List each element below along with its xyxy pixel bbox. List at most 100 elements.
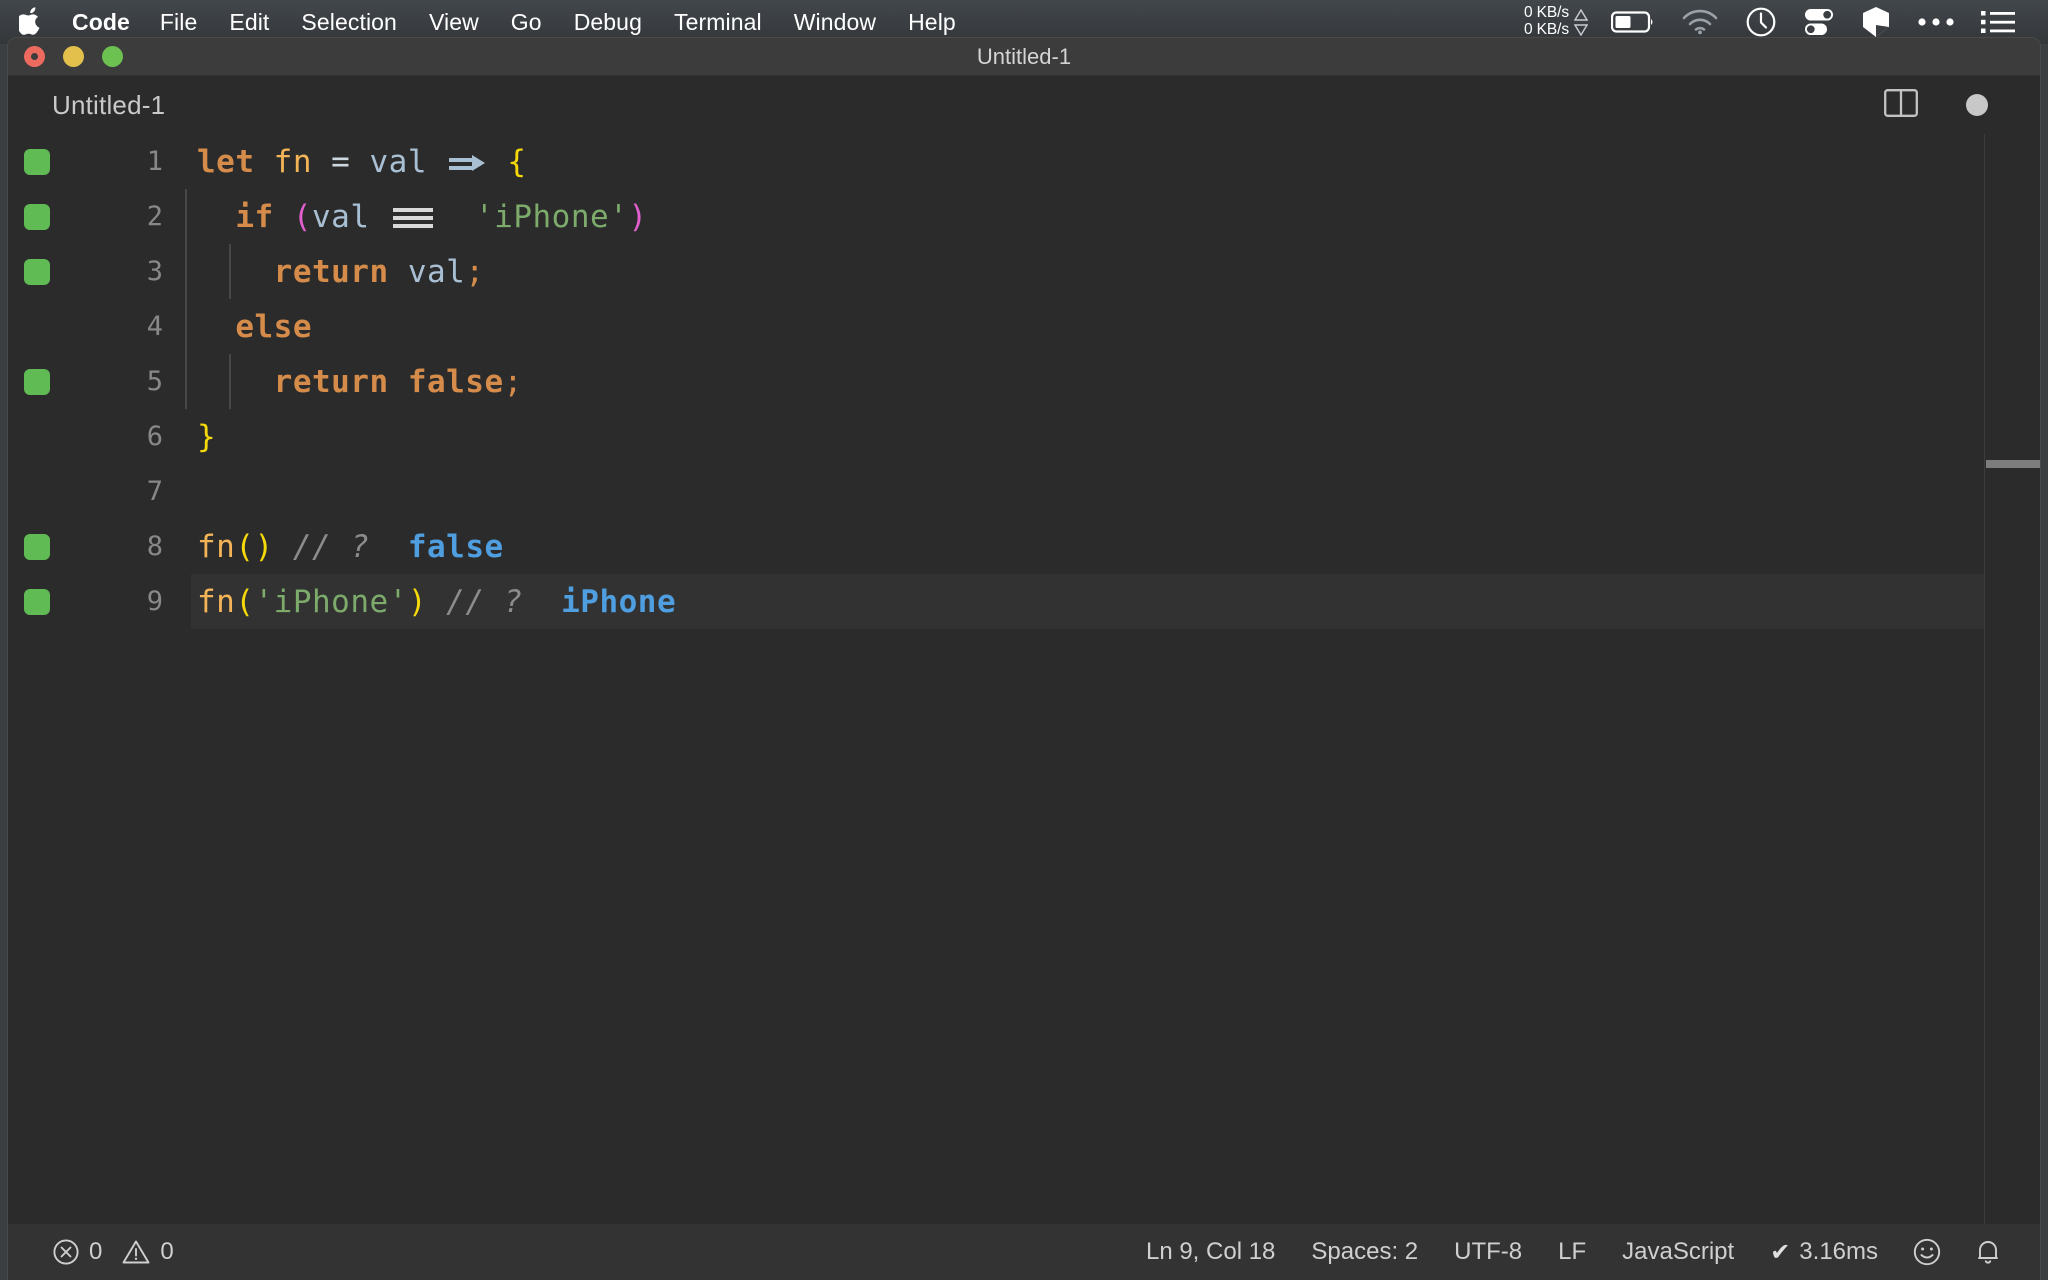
line-number: 3 [146, 256, 163, 287]
token-operator-assign: = [331, 143, 351, 180]
code-text: } [197, 419, 216, 455]
line-content[interactable]: if (val 'iPhone') [191, 189, 2040, 244]
line-number: 4 [146, 311, 163, 342]
inline-result-value: false [407, 528, 504, 565]
token-param-val: val [312, 198, 370, 235]
problems-indicator[interactable]: 0 0 [34, 1238, 192, 1266]
arrow-ligature-icon [449, 148, 486, 178]
gutter-marker-1[interactable] [8, 148, 66, 175]
strict-equals-ligature-icon [392, 205, 433, 231]
token-keyword-let: let [197, 143, 255, 180]
editor-line[interactable]: 2 if (val 'iPhone') [8, 189, 2040, 244]
line-content[interactable]: } [191, 409, 2040, 464]
gutter-marker-8[interactable] [8, 533, 66, 560]
code-editor-surface[interactable]: 1 let fn = val { 2 if (val 'iPhone') 3 r… [8, 134, 2040, 1224]
line-content[interactable]: return val; [191, 244, 2040, 299]
token-semicolon: ; [503, 363, 523, 400]
code-text: fn() // ? false [197, 529, 504, 565]
window-title: Untitled-1 [976, 43, 1072, 69]
indentation-setting[interactable]: Spaces: 2 [1293, 1238, 1436, 1266]
network-download-speed: 0 KB/s [1523, 21, 1569, 38]
warning-count: 0 [160, 1238, 174, 1265]
token-keyword-else: else [235, 308, 312, 345]
unsaved-changes-dot[interactable] [1966, 94, 1988, 116]
line-content[interactable]: fn('iPhone') // ? iPhone [191, 574, 2040, 629]
token-param-val: val [407, 253, 466, 290]
line-number: 1 [146, 146, 163, 177]
gutter-marker-9[interactable] [8, 588, 66, 615]
warning-triangle-icon [122, 1240, 150, 1264]
download-triangle-icon [1574, 23, 1588, 36]
overview-ruler-marker[interactable] [1986, 460, 2040, 468]
editor-line-active[interactable]: 9 fn('iPhone') // ? iPhone [8, 574, 2040, 629]
code-editor-window: Untitled-1 Untitled-1 1 let fn = val {2… [8, 38, 2040, 1280]
token-paren-close: ) [407, 583, 427, 620]
token-string: 'iPhone' [475, 198, 629, 235]
code-text: if (val 'iPhone') [197, 199, 647, 235]
token-boolean-false: false [407, 363, 504, 400]
statusbar-right: Ln 9, Col 18 Spaces: 2 UTF-8 LF JavaScri… [1128, 1237, 2018, 1267]
encoding-setting[interactable]: UTF-8 [1436, 1238, 1540, 1266]
token-keyword-if: if [235, 198, 274, 235]
gutter-marker-5[interactable] [8, 368, 66, 395]
code-text: return false; [197, 364, 523, 400]
split-editor-icon[interactable] [1884, 87, 1918, 124]
traffic-light-controls [8, 46, 123, 67]
code-text: return val; [197, 254, 484, 290]
line-content[interactable]: let fn = val { [191, 134, 2040, 189]
token-keyword-return: return [273, 363, 389, 400]
statusbar-left: 0 0 [34, 1238, 192, 1266]
zoom-button[interactable] [102, 46, 123, 67]
editor-line[interactable]: 1 let fn = val { [8, 134, 2040, 189]
code-text: let fn = val { [197, 144, 527, 180]
language-mode[interactable]: JavaScript [1604, 1238, 1752, 1266]
token-paren-close: ) [254, 528, 274, 565]
token-string: 'iPhone' [254, 583, 408, 620]
editor-line[interactable]: 8 fn() // ? false [8, 519, 2040, 574]
tab-untitled-1[interactable]: Untitled-1 [52, 90, 165, 121]
token-comment: // ? [446, 583, 523, 620]
editor-line[interactable]: 7 [8, 464, 2040, 519]
editor-line[interactable]: 4 else [8, 299, 2040, 354]
token-semicolon: ; [465, 253, 485, 290]
quokka-runtime-indicator[interactable]: ✔ 3.16ms [1752, 1238, 1896, 1267]
token-keyword-return: return [273, 253, 389, 290]
token-paren-open: ( [235, 528, 255, 565]
gutter-marker-3[interactable] [8, 258, 66, 285]
line-content[interactable]: fn() // ? false [191, 519, 2040, 574]
minimize-button[interactable] [63, 46, 84, 67]
token-identifier-fn: fn [273, 143, 312, 180]
error-circle-icon [53, 1239, 79, 1265]
line-number: 6 [146, 421, 163, 452]
smiley-icon[interactable] [1896, 1237, 1958, 1267]
token-paren-open: ( [235, 583, 255, 620]
network-speed-indicator[interactable]: 0 KB/s 0 KB/s [1520, 5, 1598, 38]
eol-setting[interactable]: LF [1540, 1238, 1604, 1266]
line-number: 9 [146, 586, 163, 617]
window-titlebar: Untitled-1 [8, 38, 2040, 76]
line-content[interactable]: else [191, 299, 2040, 354]
close-button[interactable] [24, 46, 45, 67]
editor-line[interactable]: 3 return val; [8, 244, 2040, 299]
line-number: 2 [146, 201, 163, 232]
tabbar-actions [1884, 87, 2016, 124]
line-content[interactable]: return false; [191, 354, 2040, 409]
overview-ruler[interactable] [1984, 134, 2040, 1224]
editor-line[interactable]: 5 return false; [8, 354, 2040, 409]
editor-statusbar: 0 0 Ln 9, Col 18 Spaces: 2 UTF-8 LF Java… [8, 1224, 2040, 1280]
line-number: 8 [146, 531, 163, 562]
token-comment: // ? [292, 528, 370, 565]
apple-logo-icon[interactable] [18, 6, 44, 36]
line-content[interactable] [191, 464, 2040, 519]
token-call-fn: fn [197, 583, 236, 620]
code-text: else [197, 309, 312, 345]
token-brace-close: } [197, 418, 217, 455]
gutter-marker-2[interactable] [8, 203, 66, 230]
indent-guide-level-1 [185, 189, 187, 409]
line-number: 7 [146, 476, 163, 507]
token-paren-open: ( [292, 198, 312, 235]
cursor-position[interactable]: Ln 9, Col 18 [1128, 1238, 1293, 1266]
editor-tabbar: Untitled-1 [8, 76, 2040, 134]
editor-line[interactable]: 6 } [8, 409, 2040, 464]
bell-icon[interactable] [1958, 1237, 2018, 1267]
